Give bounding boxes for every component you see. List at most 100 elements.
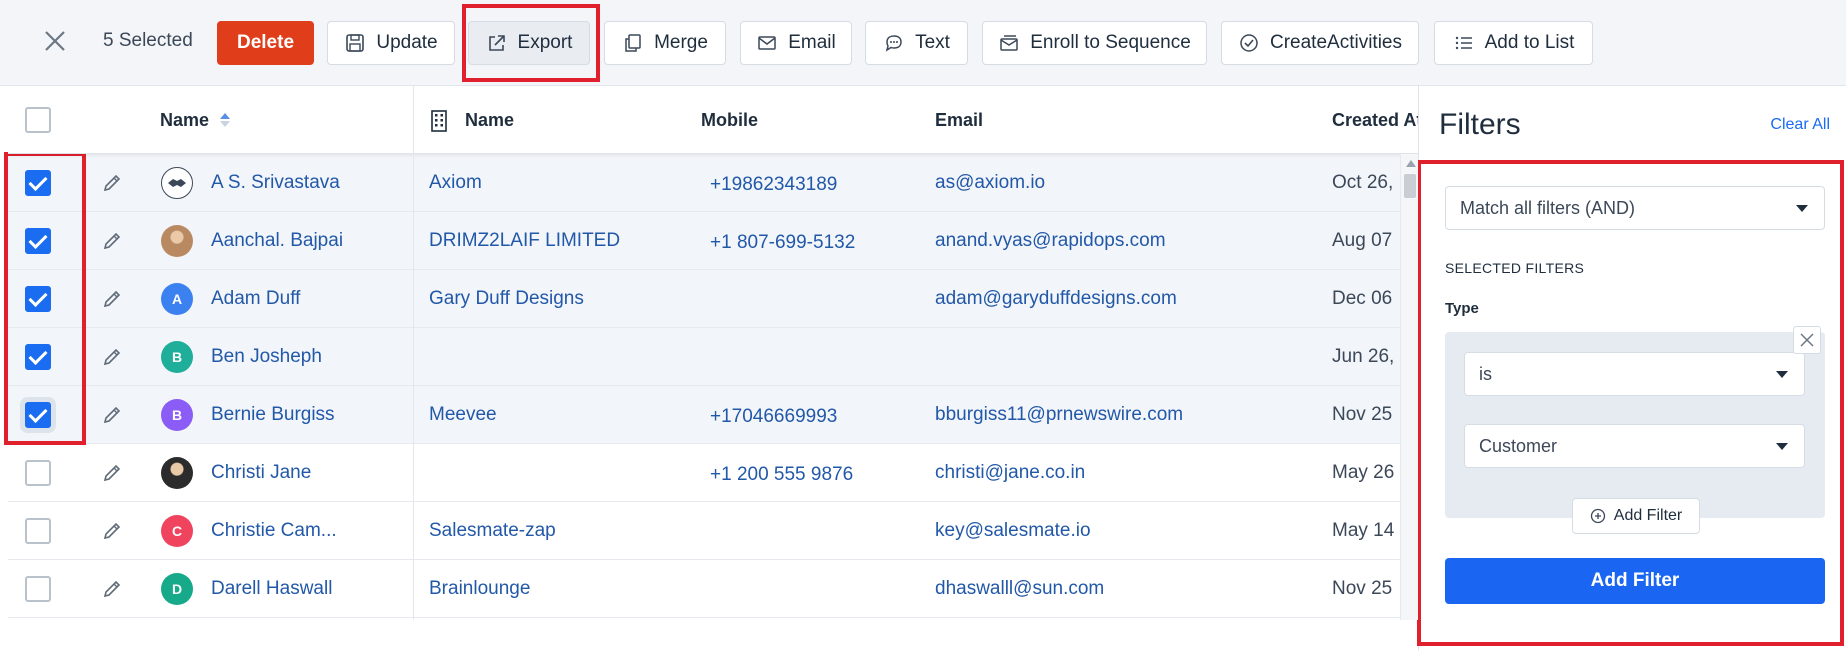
avatar: A: [161, 283, 193, 315]
edit-pencil-icon[interactable]: [100, 519, 124, 543]
company-name-link[interactable]: DRIMZ2LAIF LIMITED: [429, 212, 679, 270]
created-at-value[interactable]: Dec 06: [1332, 270, 1400, 328]
text-button[interactable]: Text: [865, 21, 968, 65]
select-all-checkbox[interactable]: [25, 107, 51, 133]
contact-name-link[interactable]: Aanchal. Bajpai: [211, 212, 401, 270]
sort-ascending-icon[interactable]: [219, 111, 231, 129]
created-at-value[interactable]: May 14: [1332, 502, 1400, 560]
table-row[interactable]: C Christie Cam... Salesmate-zap key@salesma…: [8, 502, 1400, 560]
dropdown-caret-icon: [1776, 371, 1788, 378]
edit-pencil-icon[interactable]: [100, 287, 124, 311]
row-checkbox[interactable]: [25, 576, 51, 602]
avatar-initial: B: [171, 407, 183, 423]
column-header-mobile[interactable]: Mobile: [701, 86, 758, 154]
handshake-icon: [161, 167, 193, 199]
add-filter-condition-button[interactable]: Add Filter: [1572, 498, 1700, 534]
table-row[interactable]: D Darell Haswall Brainlounge dhaswalll@sun.…: [8, 560, 1400, 618]
clear-all-link[interactable]: Clear All: [1770, 116, 1830, 134]
email-link[interactable]: bburgiss11@prnewswire.com: [935, 386, 1315, 444]
vertical-scrollbar[interactable]: [1400, 154, 1418, 620]
scrollbar-thumb[interactable]: [1404, 174, 1416, 198]
email-link[interactable]: as@axiom.io: [935, 154, 1315, 212]
created-at-value[interactable]: Nov 25: [1332, 386, 1400, 444]
row-checkbox[interactable]: [25, 460, 51, 486]
table-row[interactable]: Christi Jane +1 200 555 9876 christi@jane.…: [8, 444, 1400, 502]
row-checkbox[interactable]: [25, 344, 51, 370]
merge-button[interactable]: Merge: [604, 21, 726, 65]
scroll-up-arrow-icon[interactable]: [1406, 160, 1416, 167]
table-row[interactable]: Aanchal. Bajpai DRIMZ2LAIF LIMITED +1 807-…: [8, 212, 1400, 270]
company-name-link[interactable]: [429, 444, 679, 502]
export-button[interactable]: Export: [468, 21, 590, 65]
building-icon: [431, 110, 447, 132]
email-link[interactable]: christi@jane.co.in: [935, 444, 1315, 502]
row-checkbox[interactable]: [25, 518, 51, 544]
contact-name-link[interactable]: Bernie Burgiss: [211, 386, 401, 444]
mobile-link[interactable]: +17046669993: [710, 388, 910, 446]
row-checkbox[interactable]: [25, 402, 51, 428]
email-link[interactable]: key@salesmate.io: [935, 502, 1315, 560]
row-checkbox[interactable]: [25, 170, 51, 196]
created-at-value[interactable]: May 26: [1332, 444, 1400, 502]
close-icon[interactable]: [40, 26, 70, 56]
edit-pencil-icon[interactable]: [100, 403, 124, 427]
edit-pencil-icon[interactable]: [100, 461, 124, 485]
email-link[interactable]: adam@garyduffdesigns.com: [935, 270, 1315, 328]
row-checkbox[interactable]: [25, 228, 51, 254]
edit-pencil-icon[interactable]: [100, 345, 124, 369]
contact-name-link[interactable]: Adam Duff: [211, 270, 401, 328]
company-name-link[interactable]: Gary Duff Designs: [429, 270, 679, 328]
mobile-link[interactable]: [710, 560, 910, 618]
column-header-company-name[interactable]: Name: [465, 86, 514, 154]
table-row[interactable]: A Adam Duff Gary Duff Designs adam@garyduff…: [8, 270, 1400, 328]
column-header-name[interactable]: Name: [160, 86, 231, 154]
created-at-value[interactable]: Aug 07: [1332, 212, 1400, 270]
company-name-link[interactable]: Salesmate-zap: [429, 502, 679, 560]
created-at-value[interactable]: Oct 26,: [1332, 154, 1400, 212]
email-link[interactable]: dhaswalll@sun.com: [935, 560, 1315, 618]
company-name-link[interactable]: Axiom: [429, 154, 679, 212]
create-activities-button[interactable]: CreateActivities: [1221, 21, 1419, 65]
enroll-to-sequence-button[interactable]: Enroll to Sequence: [982, 21, 1207, 65]
table-row[interactable]: B Ben Josheph Jun 26,: [8, 328, 1400, 386]
mobile-link[interactable]: +1 200 555 9876: [710, 446, 910, 504]
filters-title: Filters: [1439, 108, 1521, 141]
add-filter-button[interactable]: Add Filter: [1445, 558, 1825, 604]
remove-filter-button[interactable]: [1793, 326, 1821, 354]
filter-operator-select[interactable]: is: [1464, 352, 1805, 396]
match-mode-select[interactable]: Match all filters (AND): [1445, 186, 1825, 230]
edit-pencil-icon[interactable]: [100, 577, 124, 601]
filters-panel: Filters Clear All Match all filters (AND…: [1418, 86, 1846, 650]
email-link[interactable]: [935, 328, 1315, 386]
company-name-link[interactable]: [429, 328, 679, 386]
table-row[interactable]: A S. Srivastava Axiom +19862343189 as@axiom…: [8, 154, 1400, 212]
mobile-link[interactable]: [710, 270, 910, 328]
created-at-value[interactable]: Jun 26,: [1332, 328, 1400, 386]
email-link[interactable]: anand.vyas@rapidops.com: [935, 212, 1315, 270]
contact-name-link[interactable]: Christie Cam...: [211, 502, 401, 560]
chat-bubble-icon: [885, 35, 902, 52]
update-button[interactable]: Update: [327, 21, 455, 65]
column-header-email[interactable]: Email: [935, 86, 983, 154]
mobile-link[interactable]: +19862343189: [710, 156, 910, 214]
contact-name-link[interactable]: Christi Jane: [211, 444, 401, 502]
add-to-list-button[interactable]: Add to List: [1434, 21, 1593, 65]
row-checkbox[interactable]: [25, 286, 51, 312]
delete-button[interactable]: Delete: [217, 21, 314, 65]
company-name-link[interactable]: Meevee: [429, 386, 679, 444]
contact-name-link[interactable]: Ben Josheph: [211, 328, 401, 386]
avatar: C: [161, 515, 193, 547]
company-name-link[interactable]: Brainlounge: [429, 560, 679, 618]
table-row[interactable]: B Bernie Burgiss Meevee +17046669993 bburgis…: [8, 386, 1400, 444]
edit-pencil-icon[interactable]: [100, 171, 124, 195]
contact-name-link[interactable]: Darell Haswall: [211, 560, 401, 618]
created-at-value[interactable]: Nov 25: [1332, 560, 1400, 618]
contact-name-link[interactable]: A S. Srivastava: [211, 154, 401, 212]
column-header-created-at[interactable]: Created At: [1332, 86, 1418, 154]
mobile-link[interactable]: [710, 502, 910, 560]
email-button[interactable]: Email: [740, 21, 852, 65]
mobile-link[interactable]: +1 807-699-5132: [710, 214, 910, 272]
mobile-link[interactable]: [710, 328, 910, 386]
filter-value-select[interactable]: Customer: [1464, 424, 1805, 468]
edit-pencil-icon[interactable]: [100, 229, 124, 253]
